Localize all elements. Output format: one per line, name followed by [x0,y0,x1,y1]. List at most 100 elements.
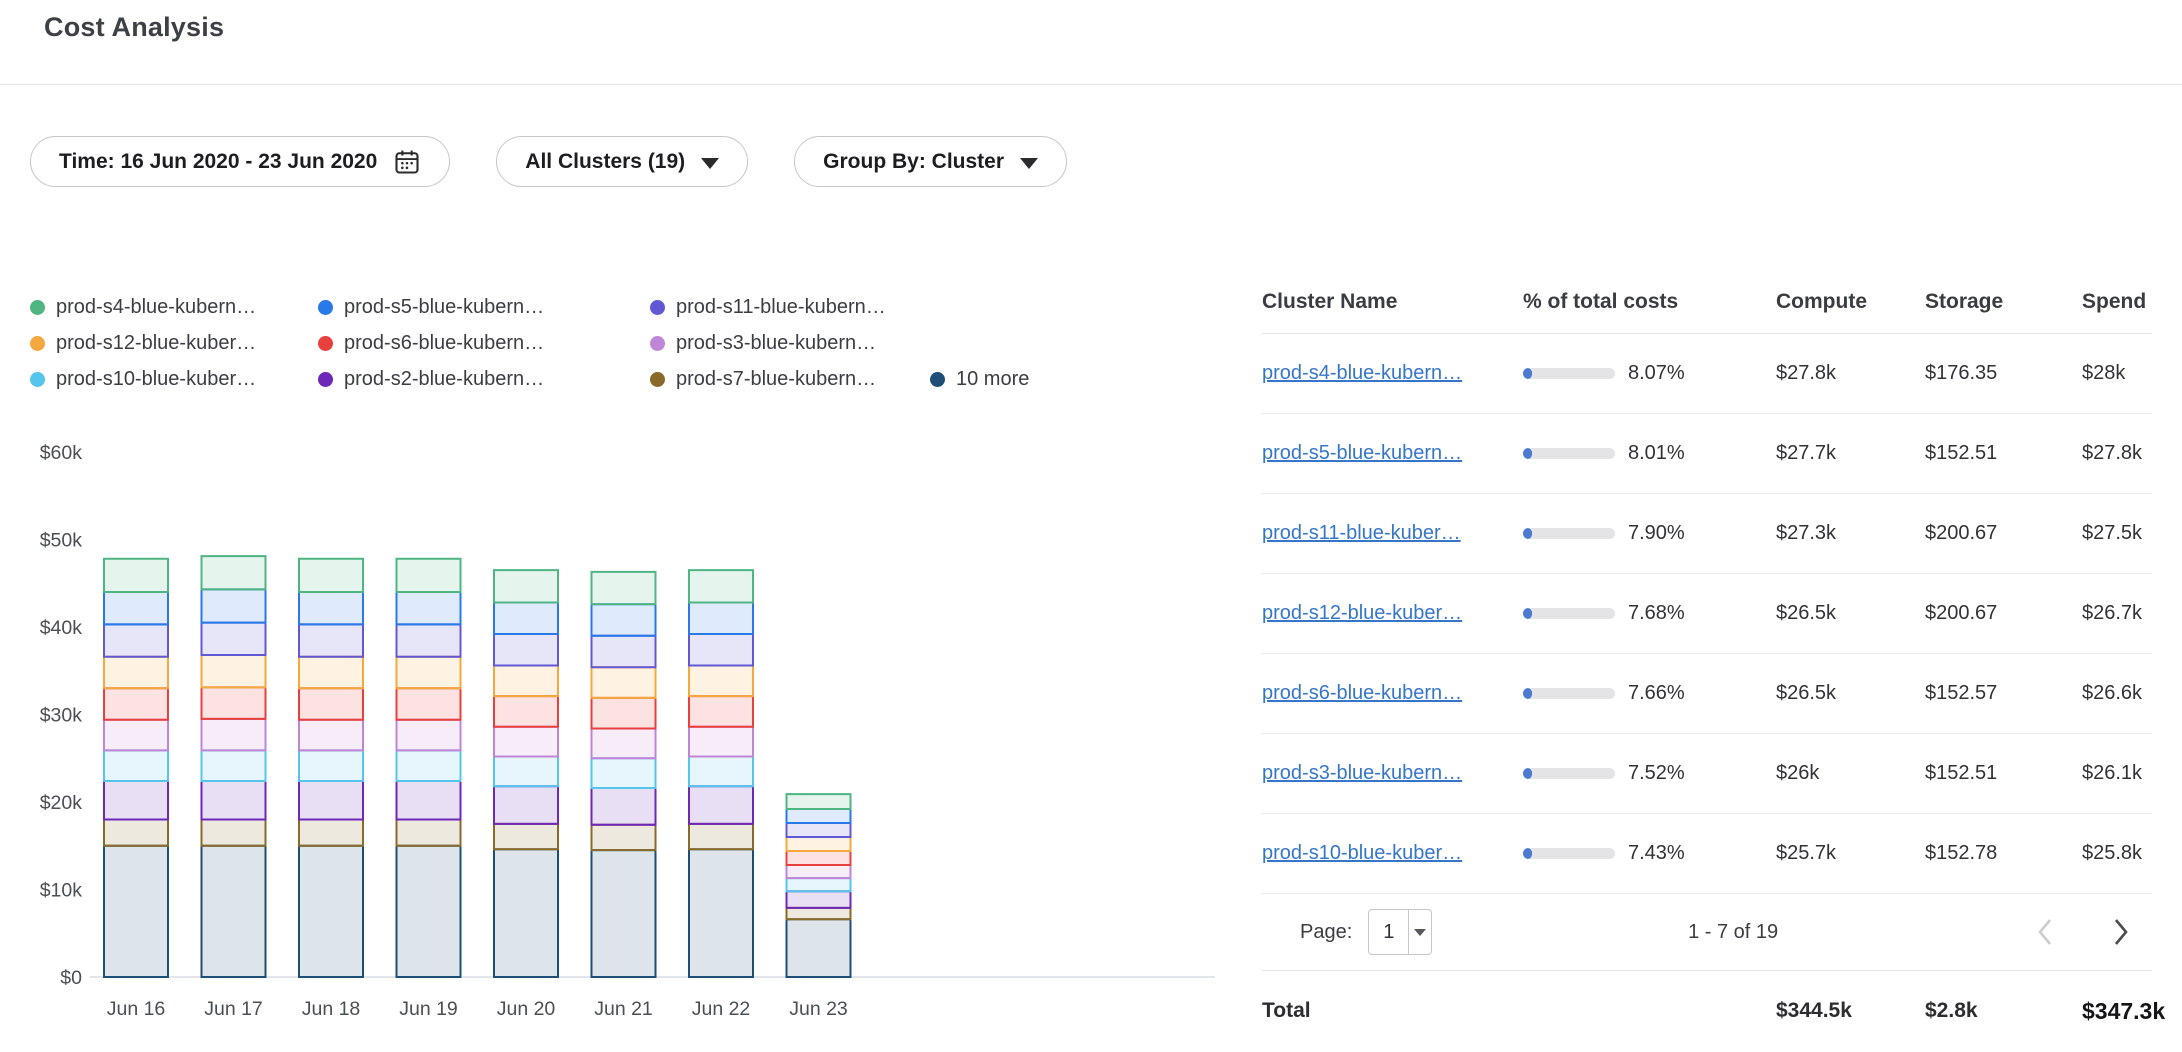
bar-segment [104,559,168,592]
bar-segment [104,750,168,781]
legend-color-dot [930,372,945,387]
bar-segment [494,727,558,757]
bar-segment [689,757,753,787]
bar-segment [592,698,656,729]
legend-item[interactable]: prod-s5-blue-kubern… [318,296,650,319]
bar-segment [299,750,363,781]
legend-color-dot [30,300,45,315]
legend-color-dot [650,300,665,315]
bar-segment [787,908,851,919]
bar-segment [397,750,461,781]
storage-value: $152.51 [1925,762,2082,785]
total-compute: $344.5k [1776,999,1925,1023]
legend-color-dot [318,336,333,351]
chevron-down-icon [701,158,719,169]
next-page-button[interactable] [2108,915,2132,949]
table-row: prod-s4-blue-kubern…8.07%$27.8k$176.35$2… [1262,334,2152,414]
page-title: Cost Analysis [44,12,224,43]
svg-text:$0: $0 [60,967,82,989]
bar-segment [689,849,753,977]
legend-item[interactable]: prod-s6-blue-kubern… [318,332,650,355]
legend-row: prod-s10-blue-kuber… prod-s2-blue-kubern…… [30,368,1250,391]
compute-value: $26.5k [1776,602,1925,625]
spend-value: $26.6k [2082,682,2152,705]
table-row: prod-s6-blue-kubern…7.66%$26.5k$152.57$2… [1262,654,2152,734]
svg-text:Jun 18: Jun 18 [302,998,361,1020]
bar-segment [787,823,851,837]
bar-segment [202,556,266,589]
legend-item[interactable]: prod-s4-blue-kubern… [30,296,318,319]
table-row: prod-s5-blue-kubern…8.01%$27.7k$152.51$2… [1262,414,2152,494]
legend-color-dot [318,300,333,315]
compute-value: $27.3k [1776,522,1925,545]
pct-value: 7.90% [1628,522,1685,545]
bar-segment [689,634,753,666]
clusters-filter-label: All Clusters (19) [525,150,685,174]
group-by-filter[interactable]: Group By: Cluster [794,136,1067,187]
svg-text:$30k: $30k [40,705,83,727]
compute-value: $27.7k [1776,442,1925,465]
legend-item[interactable]: prod-s12-blue-kuber… [30,332,318,355]
compute-value: $27.8k [1776,362,1925,385]
header-divider [0,84,2182,85]
bar-segment [202,589,266,622]
cluster-link[interactable]: prod-s4-blue-kubern… [1262,362,1462,384]
cluster-link[interactable]: prod-s11-blue-kuber… [1262,522,1461,544]
cluster-costs-table: Cluster Name% of total costsComputeStora… [1262,270,2152,1051]
cost-chart-panel: prod-s4-blue-kubern…prod-s5-blue-kubern…… [30,296,1250,1052]
bar-segment [787,837,851,851]
bar-segment [592,667,656,698]
page-select[interactable]: 1 [1368,909,1432,955]
bar-segment [397,592,461,624]
column-header: Storage [1925,290,2082,314]
spend-value: $27.5k [2082,522,2152,545]
bar-segment [592,604,656,636]
time-range-filter[interactable]: Time: 16 Jun 2020 - 23 Jun 2020 [30,136,450,187]
bar-segment [494,824,558,849]
bar-segment [689,786,753,824]
bar-segment [202,719,266,751]
legend-item[interactable]: 10 more [930,368,1029,391]
svg-text:Jun 22: Jun 22 [692,998,751,1020]
svg-text:$50k: $50k [40,530,83,552]
storage-value: $152.51 [1925,442,2082,465]
storage-value: $152.57 [1925,682,2082,705]
legend-item[interactable]: prod-s10-blue-kuber… [30,368,318,391]
bar-segment [202,750,266,781]
cluster-link[interactable]: prod-s6-blue-kubern… [1262,682,1462,704]
bar-segment [397,559,461,592]
bar-segment [689,696,753,727]
cluster-link[interactable]: prod-s3-blue-kubern… [1262,762,1462,784]
cluster-link[interactable]: prod-s5-blue-kubern… [1262,442,1462,464]
legend-item[interactable]: prod-s7-blue-kubern… [650,368,930,391]
legend-label: 10 more [956,368,1029,391]
cluster-link[interactable]: prod-s12-blue-kuber… [1262,602,1462,624]
previous-page-button[interactable] [2034,915,2058,949]
bar-segment [592,572,656,604]
bar-segment [299,720,363,751]
page-label: Page: [1300,921,1352,944]
legend-label: prod-s12-blue-kuber… [56,332,256,355]
legend-item[interactable]: prod-s2-blue-kubern… [318,368,650,391]
cluster-link[interactable]: prod-s10-blue-kuber… [1262,842,1462,864]
bar-segment [397,820,461,846]
legend-label: prod-s10-blue-kuber… [56,368,256,391]
legend-item[interactable]: prod-s3-blue-kubern… [650,332,930,355]
bar-segment [689,570,753,602]
bar-segment [592,825,656,850]
svg-text:Jun 23: Jun 23 [789,998,848,1020]
bar-segment [787,891,851,908]
spend-value: $26.7k [2082,602,2152,625]
column-header: % of total costs [1523,290,1776,314]
bar-segment [104,820,168,846]
svg-text:$60k: $60k [40,442,83,464]
bar-segment [104,624,168,656]
pct-value: 8.07% [1628,362,1685,385]
legend-item[interactable]: prod-s11-blue-kubern… [650,296,930,319]
bar-segment [397,624,461,656]
clusters-filter[interactable]: All Clusters (19) [496,136,748,187]
legend-row: prod-s12-blue-kuber… prod-s6-blue-kubern…… [30,332,1250,355]
bar-segment [202,781,266,820]
pct-bar [1523,608,1615,619]
bar-segment [299,592,363,624]
